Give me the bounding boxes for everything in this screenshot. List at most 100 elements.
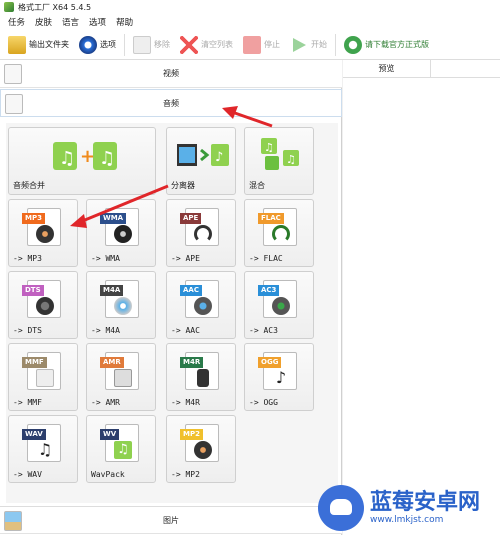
format-label: WavPack — [91, 470, 125, 479]
task-list-header: 预览 — [343, 59, 500, 78]
audio-merge-tile[interactable]: ♫ + ♫ 音频合并 — [8, 127, 156, 195]
audio-merge-label: 音频合并 — [13, 181, 45, 190]
music-note-icon — [5, 94, 23, 114]
file-icon: MMF — [22, 352, 61, 390]
preview-column-header[interactable]: 预览 — [343, 63, 430, 74]
disc-icon — [114, 225, 132, 243]
splitter-label: 分离器 — [171, 181, 195, 190]
mix-icon: ♫ ♫ — [261, 138, 299, 170]
watermark-title: 蓝莓安卓网 — [370, 489, 481, 515]
options-label: 选项 — [100, 40, 116, 49]
svg-text:+: + — [80, 146, 95, 167]
format-label: -> M4A — [91, 326, 120, 335]
format-tag: AAC — [180, 285, 202, 296]
menu-bar: 任务 皮肤 语言 选项 帮助 — [0, 14, 500, 30]
format-tile-dts[interactable]: DTS -> DTS — [8, 271, 78, 339]
output-folder-button[interactable]: 输出文件夹 — [6, 33, 71, 57]
format-label: -> MMF — [13, 398, 42, 407]
gear-icon — [79, 35, 97, 54]
format-tile-m4r[interactable]: M4R -> M4R — [166, 343, 236, 411]
format-label: -> WAV — [13, 470, 42, 479]
envelope-icon — [36, 369, 54, 387]
menu-language[interactable]: 语言 — [62, 16, 79, 28]
category-audio[interactable]: 音频 — [0, 89, 342, 117]
format-label: -> MP3 — [13, 254, 42, 263]
stop-button[interactable]: 停止 — [241, 33, 282, 57]
format-tag: WMA — [100, 213, 127, 224]
format-tile-flac[interactable]: FLAC -> FLAC — [244, 199, 314, 267]
watermark-logo-icon — [318, 484, 364, 531]
file-icon: AC3 — [258, 280, 297, 318]
format-tag: MP2 — [180, 429, 203, 440]
format-tile-aac[interactable]: AAC -> AAC — [166, 271, 236, 339]
image-icon — [4, 511, 22, 531]
options-button[interactable]: 选项 — [77, 33, 118, 57]
title-bar: 格式工厂 X64 5.4.5 — [0, 0, 500, 14]
disc-icon — [194, 441, 212, 459]
format-tile-wavpack[interactable]: WV ♫ WavPack — [86, 415, 156, 483]
format-tag: FLAC — [258, 213, 284, 224]
format-label: -> OGG — [249, 398, 278, 407]
format-label: -> APE — [171, 254, 200, 263]
output-folder-label: 输出文件夹 — [29, 40, 69, 49]
file-icon: OGG ♪ — [258, 352, 297, 390]
app-icon — [4, 2, 14, 12]
music-note-icon: ♫ — [114, 441, 132, 459]
format-tile-wav[interactable]: WAV ♫ -> WAV — [8, 415, 78, 483]
format-label: -> MP2 — [171, 470, 200, 479]
remove-button[interactable]: 移除 — [131, 33, 172, 57]
remove-label: 移除 — [154, 40, 170, 49]
format-tile-ac3[interactable]: AC3 -> AC3 — [244, 271, 314, 339]
format-tile-ogg[interactable]: OGG ♪ -> OGG — [244, 343, 314, 411]
format-tile-ape[interactable]: APE -> APE — [166, 199, 236, 267]
format-label: -> AAC — [171, 326, 200, 335]
menu-task[interactable]: 任务 — [8, 16, 25, 28]
format-tile-mp3[interactable]: MP3 -> MP3 — [8, 199, 78, 267]
svg-text:♫: ♫ — [264, 141, 274, 154]
format-tag: M4R — [180, 357, 204, 368]
svg-text:♪: ♪ — [215, 150, 223, 165]
category-video[interactable]: 视频 — [0, 60, 342, 88]
toolbar: 输出文件夹 选项 移除 清空列表 停止 开始 请下载官方正式版 — [0, 30, 500, 60]
menu-options[interactable]: 选项 — [89, 16, 106, 28]
menu-help[interactable]: 帮助 — [116, 16, 133, 28]
category-image[interactable]: 图片 — [0, 506, 342, 534]
format-tile-wma[interactable]: WMA -> WMA — [86, 199, 156, 267]
mix-label: 混合 — [249, 181, 265, 190]
format-label: -> AMR — [91, 398, 120, 407]
mix-tile[interactable]: ♫ ♫ 混合 — [244, 127, 314, 195]
format-tag: WAV — [22, 429, 46, 440]
music-note-icon: ♪ — [275, 368, 287, 387]
headphones-icon — [272, 225, 290, 243]
format-tile-mp2[interactable]: MP2 -> MP2 — [166, 415, 236, 483]
splitter-tile[interactable]: ♪ 分离器 — [166, 127, 236, 195]
menu-skin[interactable]: 皮肤 — [35, 16, 52, 28]
format-tile-mmf[interactable]: MMF -> MMF — [8, 343, 78, 411]
file-icon: M4R — [180, 352, 219, 390]
file-icon: APE — [180, 208, 219, 246]
play-icon — [293, 37, 306, 52]
file-icon: FLAC — [258, 208, 297, 246]
music-note-icon: ♫ — [37, 440, 53, 459]
column-header-empty — [430, 59, 500, 78]
file-icon: MP3 — [22, 208, 61, 246]
format-label: -> AC3 — [249, 326, 278, 335]
device-icon — [114, 369, 132, 387]
refresh-icon — [344, 35, 362, 54]
stop-icon — [243, 35, 261, 54]
speaker-icon — [36, 297, 54, 315]
clear-list-button[interactable]: 清空列表 — [178, 33, 235, 57]
download-official-button[interactable]: 请下载官方正式版 — [342, 33, 431, 57]
speaker-icon — [194, 297, 212, 315]
format-label: -> FLAC — [249, 254, 283, 263]
format-label: -> WMA — [91, 254, 120, 263]
format-tag: MP3 — [22, 213, 45, 224]
start-button[interactable]: 开始 — [288, 33, 329, 57]
file-icon: AAC — [180, 280, 219, 318]
format-tile-m4a[interactable]: M4A -> M4A — [86, 271, 156, 339]
format-tag: MMF — [22, 357, 47, 368]
file-icon: AMR — [100, 352, 139, 390]
disc-icon — [36, 225, 54, 243]
headphones-icon — [194, 225, 212, 243]
format-tile-amr[interactable]: AMR -> AMR — [86, 343, 156, 411]
